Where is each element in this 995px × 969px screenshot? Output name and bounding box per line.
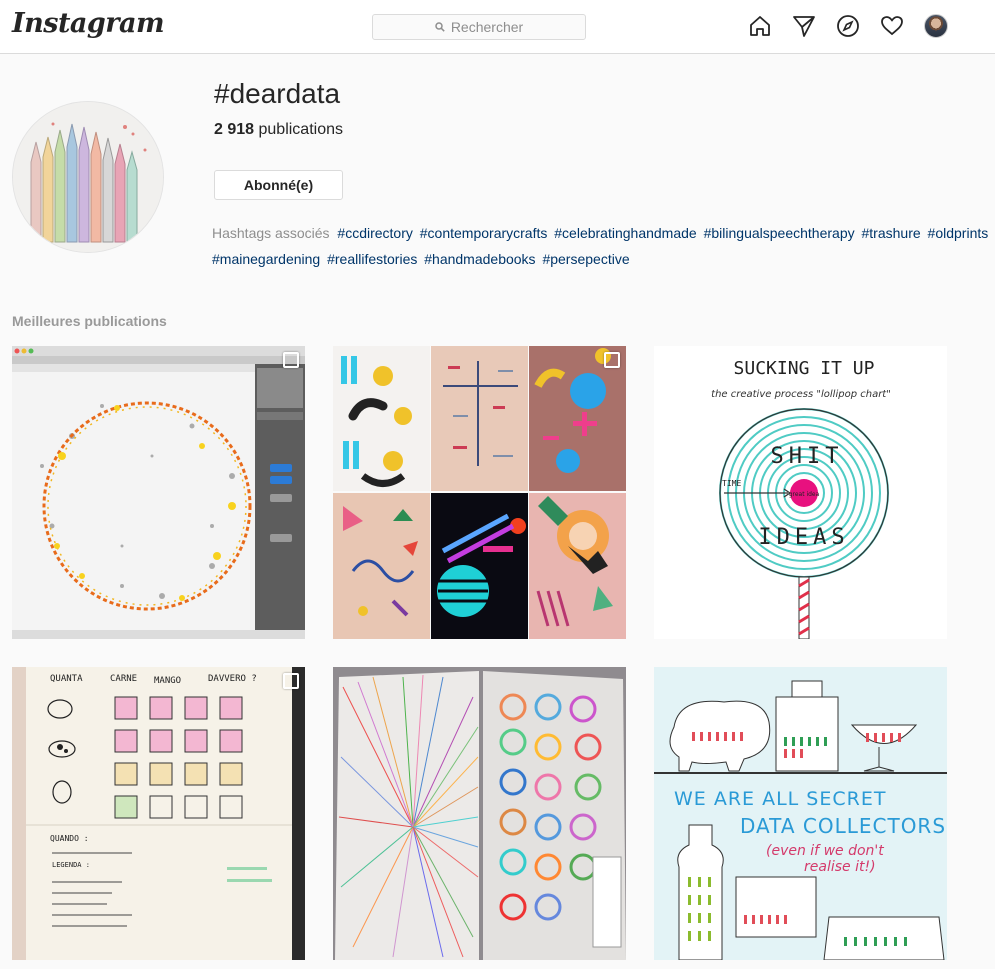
related-hashtag-link[interactable]: #contemporarycrafts: [420, 225, 548, 241]
related-hashtag-link[interactable]: #persepective: [542, 251, 629, 267]
direct-icon[interactable]: [792, 14, 816, 38]
lollipop-subtitle: the creative process "lollipop chart": [711, 389, 891, 400]
post-image: [333, 667, 626, 960]
lollipop-word: IDEAS: [758, 525, 849, 550]
multiple-images-icon: [283, 352, 299, 368]
related-hashtag-link[interactable]: #handmadebooks: [424, 251, 535, 267]
home-icon[interactable]: [748, 14, 772, 38]
collectors-headline: WE ARE ALL SECRET: [674, 788, 886, 810]
hashtag-profile-picture: [12, 101, 164, 253]
related-hashtag-link[interactable]: #oldprints: [928, 225, 989, 241]
notebook-legend: LEGENDA :: [52, 861, 90, 869]
related-hashtag-link[interactable]: #bilingualspeechtherapy: [704, 225, 855, 241]
explore-icon[interactable]: [836, 14, 860, 38]
post-thumbnail[interactable]: QUANTA CARNE MANGO DAVVERO ? QUANDO : LE…: [12, 667, 305, 960]
post-image: [12, 346, 305, 639]
notebook-header: CARNE: [110, 674, 137, 684]
multiple-images-icon: [604, 352, 620, 368]
post-image: [333, 346, 626, 639]
lollipop-title: SUCKING IT UP: [734, 358, 875, 379]
post-thumbnail[interactable]: [333, 346, 626, 639]
lollipop-center-label: great idea: [789, 491, 820, 498]
instagram-logo[interactable]: Instagram: [12, 8, 165, 39]
publication-count: 2 918 publications: [214, 121, 343, 139]
publication-count-value: 2 918: [214, 121, 255, 138]
collectors-headline: (even if we don't: [766, 843, 884, 859]
post-thumbnail[interactable]: [12, 346, 305, 639]
related-hashtag-link[interactable]: #ccdirectory: [337, 225, 412, 241]
heart-icon[interactable]: [880, 14, 904, 38]
top-posts-title: Meilleures publications: [12, 313, 167, 329]
post-thumbnail[interactable]: SUCKING IT UP the creative process "loll…: [654, 346, 947, 639]
search-input[interactable]: Rechercher: [372, 14, 586, 40]
related-hashtag-link[interactable]: #reallifestories: [327, 251, 417, 267]
notebook-header: DAVVERO ?: [208, 674, 257, 684]
multiple-images-icon: [283, 673, 299, 689]
related-hashtags-label: Hashtags associés: [212, 225, 330, 241]
lollipop-time-label: TIME: [722, 479, 741, 488]
top-navigation-bar: Instagram Rechercher: [0, 0, 995, 54]
post-thumbnail[interactable]: [333, 667, 626, 960]
collectors-headline: DATA COLLECTORS: [740, 814, 946, 838]
related-hashtag-link[interactable]: #trashure: [862, 225, 921, 241]
search-icon: [435, 22, 445, 32]
notebook-footer: QUANDO :: [50, 834, 89, 843]
post-image: SUCKING IT UP the creative process "loll…: [654, 346, 947, 639]
profile-avatar[interactable]: [924, 14, 948, 38]
post-image: QUANTA CARNE MANGO DAVVERO ? QUANDO : LE…: [12, 667, 305, 960]
user-avatar: [924, 14, 948, 38]
nav-icons: [748, 14, 968, 38]
notebook-header: MANGO: [154, 676, 181, 686]
related-hashtag-link[interactable]: #celebratinghandmade: [554, 225, 696, 241]
related-hashtag-link[interactable]: #mainegardening: [212, 251, 320, 267]
collectors-headline: realise it!): [804, 859, 876, 875]
follow-button[interactable]: Abonné(e): [214, 170, 343, 200]
hashtag-title: #deardata: [214, 78, 341, 109]
post-image: WE ARE ALL SECRET DATA COLLECTORS (even …: [654, 667, 947, 960]
related-hashtags: Hashtags associés #ccdirectory #contempo…: [212, 220, 992, 272]
notebook-header: QUANTA: [50, 674, 83, 684]
publication-count-label: publications: [258, 121, 344, 138]
search-placeholder: Rechercher: [450, 19, 524, 35]
lollipop-word: SHIT: [771, 444, 844, 469]
post-thumbnail[interactable]: WE ARE ALL SECRET DATA COLLECTORS (even …: [654, 667, 947, 960]
